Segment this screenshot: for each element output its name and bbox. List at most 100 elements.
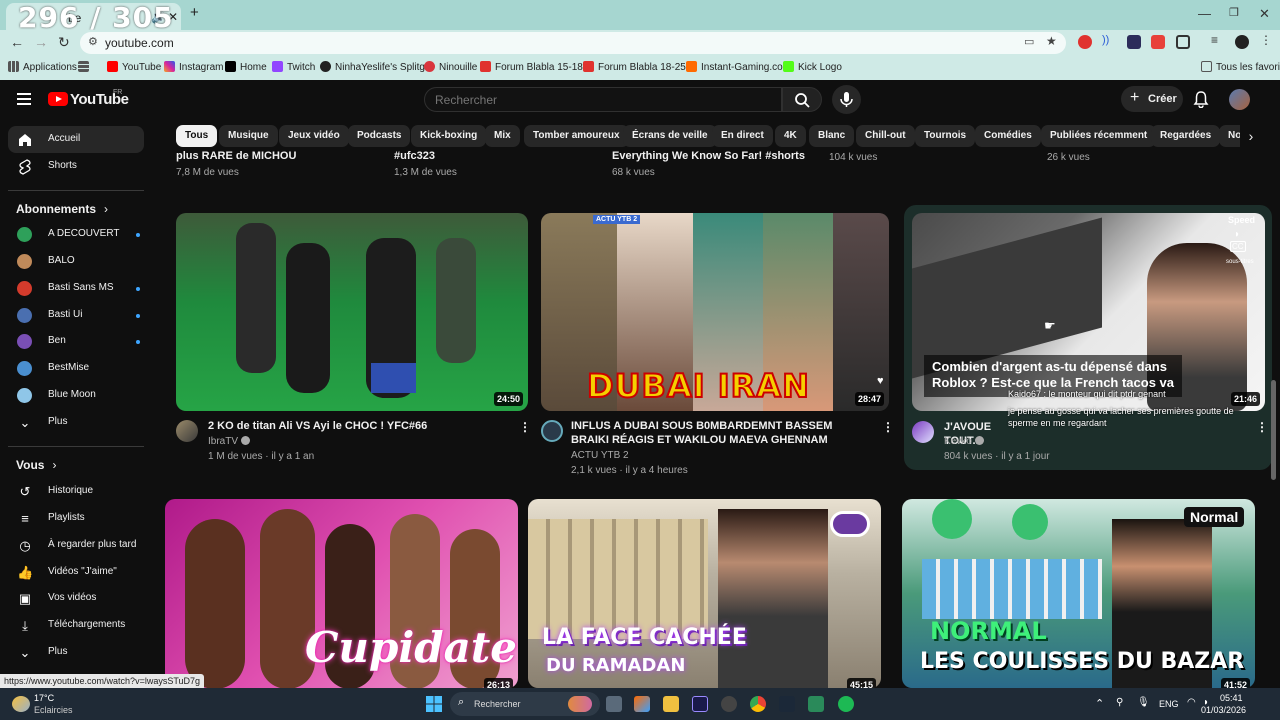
bookmark-forum-18-25[interactable]: Forum Blabla 18-25... [583, 61, 694, 73]
profile-icon[interactable] [1235, 35, 1249, 49]
opera-extension-icon[interactable] [1078, 35, 1092, 49]
chip-blanc[interactable]: Blanc [809, 125, 855, 147]
close-window-icon[interactable]: ✕ [1259, 6, 1270, 22]
chip-jeux-video[interactable]: Jeux vidéo [279, 125, 349, 147]
bookmark-apps[interactable]: Applications [8, 61, 77, 73]
bookmark-home[interactable]: Home [225, 61, 267, 73]
sidebar-more-subscriptions[interactable]: ⌄ Plus [8, 409, 144, 436]
video-thumbnail[interactable]: Cupidate 26:13 [165, 499, 518, 688]
language-indicator[interactable]: ENG [1159, 699, 1179, 709]
chip-4k[interactable]: 4K [775, 125, 806, 147]
clock-time[interactable]: 05:41 [1220, 693, 1243, 703]
chips-next-button[interactable]: › [1240, 125, 1262, 147]
sidebar-item-shorts[interactable]: Shorts [8, 153, 144, 180]
you-heading[interactable]: Vous › [16, 458, 56, 472]
sidebar-sub-blue-moon[interactable]: Blue Moon [8, 382, 144, 409]
bookmark-star-icon[interactable]: ★ [1046, 34, 1057, 48]
taskbar-search[interactable]: ⌕ Rechercher [450, 692, 600, 716]
sidebar-item-your-videos[interactable]: ▣ Vos vidéos [8, 585, 144, 612]
red-extension-icon[interactable] [1151, 35, 1165, 49]
file-explorer-icon[interactable] [663, 696, 679, 712]
more-options-icon[interactable]: ⋮ [1256, 420, 1268, 434]
site-info-icon[interactable]: ⚙ [88, 35, 98, 48]
volume-icon[interactable]: ◗ [1234, 229, 1240, 240]
url-text[interactable]: youtube.com [105, 36, 174, 50]
bookmark-twitch[interactable]: Twitch [272, 61, 315, 73]
microphone-icon[interactable]: 🎙 [1137, 697, 1150, 708]
chip-podcasts[interactable]: Podcasts [348, 125, 411, 147]
all-bookmarks[interactable]: Tous les favoris [1201, 61, 1280, 73]
new-tab-button[interactable]: + [190, 4, 199, 21]
chip-comedies[interactable]: Comédies [975, 125, 1041, 147]
video-title[interactable]: INFLUS A DUBAI SOUS B0MBARDEMNT BASSEM B… [571, 419, 861, 447]
more-options-icon[interactable]: ⋮ [882, 420, 894, 434]
chip-regardees[interactable]: Regardées [1151, 125, 1221, 147]
sidebar-sub-ben[interactable]: Ben [8, 328, 144, 355]
sidebar-item-historique[interactable]: ↺ Historique [8, 478, 144, 505]
show-hidden-icons[interactable]: ⌃ [1095, 697, 1104, 710]
menu-icon[interactable] [17, 93, 31, 105]
sidebar-sub-balo[interactable]: BALO [8, 248, 144, 275]
sidebar-item-downloads[interactable]: ⤓ Téléchargements [8, 612, 144, 639]
bookmark-instant-gaming[interactable]: Instant-Gaming.com [686, 61, 791, 73]
chip-musique[interactable]: Musique [219, 125, 278, 147]
extensions-puzzle-icon[interactable] [1176, 35, 1190, 49]
windows-start-icon[interactable] [426, 696, 442, 712]
channel-name[interactable]: ACTU YTB 2 [571, 450, 629, 461]
widgets-app-icon[interactable] [634, 696, 650, 712]
speed-label[interactable]: Speed [1228, 215, 1255, 225]
task-view-icon[interactable] [606, 696, 622, 712]
cast-icon[interactable]: ▭ [1024, 35, 1034, 48]
video-title[interactable]: #ufc323 [394, 150, 594, 162]
sidebar-sub-a-decouvert[interactable]: A DECOUVERT [8, 221, 144, 248]
search-input[interactable] [435, 93, 765, 107]
channel-avatar[interactable] [541, 420, 563, 442]
clock-date[interactable]: 01/03/2026 [1201, 705, 1246, 715]
search-button[interactable] [782, 87, 822, 112]
bookmark-forum-15-18[interactable]: Forum Blabla 15-18... [480, 61, 591, 73]
captions-icon[interactable]: CC [1230, 241, 1246, 252]
app-icon[interactable] [808, 696, 824, 712]
sidebar-item-accueil[interactable]: Accueil [8, 126, 144, 153]
bookmark-grid[interactable] [78, 61, 93, 73]
video-preview-player[interactable]: Speed ◗ CC sous-titres Combien d'argent … [912, 213, 1265, 411]
menu-kebab-icon[interactable]: ⋮ [1260, 33, 1274, 47]
steam-icon[interactable] [779, 696, 795, 712]
bookmark-ninouille[interactable]: Ninouille [424, 61, 477, 73]
wave-extension-icon[interactable]: )) [1102, 34, 1116, 48]
chip-tournois[interactable]: Tournois [915, 125, 976, 147]
chip-mix[interactable]: Mix [485, 125, 520, 147]
voice-search-button[interactable] [832, 85, 861, 114]
wifi-icon[interactable]: ◠ [1187, 697, 1196, 708]
chip-publiees-recemment[interactable]: Publiées récemment [1041, 125, 1157, 147]
spotify-icon[interactable] [838, 696, 854, 712]
omnibox[interactable]: ⚙ youtube.com ▭ ★ [80, 32, 1066, 54]
minimize-icon[interactable]: — [1198, 6, 1211, 21]
sidebar-sub-basti-sans-ms[interactable]: Basti Sans MS [8, 275, 144, 302]
chip-en-direct[interactable]: En direct [712, 125, 773, 147]
forward-icon[interactable]: → [34, 34, 48, 50]
video-thumbnail[interactable]: 24:50 [176, 213, 528, 411]
notifications-icon[interactable] [1193, 90, 1209, 108]
channel-name[interactable]: IbraTV [208, 436, 251, 447]
bookmark-kick[interactable]: Kick Logo [783, 61, 842, 73]
bookmark-youtube[interactable]: YouTube [107, 61, 161, 73]
reload-icon[interactable]: ↻ [58, 34, 70, 51]
app-icon[interactable] [721, 696, 737, 712]
sidebar-item-watch-later[interactable]: ◷ À regarder plus tard [8, 532, 144, 559]
create-button[interactable]: + Créer [1121, 86, 1183, 112]
chip-tous[interactable]: Tous [176, 125, 218, 147]
sidebar-sub-basti-ui[interactable]: Basti Ui [8, 302, 144, 329]
channel-avatar[interactable] [176, 420, 198, 442]
bookmark-splitgate[interactable]: NinhaYeslife's Splitg... [320, 61, 433, 73]
weather-icon[interactable] [12, 696, 30, 712]
channel-name[interactable]: Kevko [944, 436, 984, 447]
sidebar-item-playlists[interactable]: ≡ Playlists [8, 505, 144, 532]
video-title[interactable]: 2 KO de titan Ali VS Ayi le CHOC ! YFC#6… [208, 419, 508, 433]
video-title[interactable]: Everything We Know So Far! #shorts [612, 150, 812, 162]
media-control-icon[interactable]: ≡ [1211, 33, 1225, 47]
chip-kick-boxing[interactable]: Kick-boxing [411, 125, 487, 147]
account-avatar[interactable] [1229, 89, 1250, 110]
chip-ecrans-de-veille[interactable]: Écrans de veille [623, 125, 717, 147]
sidebar-item-liked[interactable]: 👍 Vidéos "J'aime" [8, 559, 144, 586]
